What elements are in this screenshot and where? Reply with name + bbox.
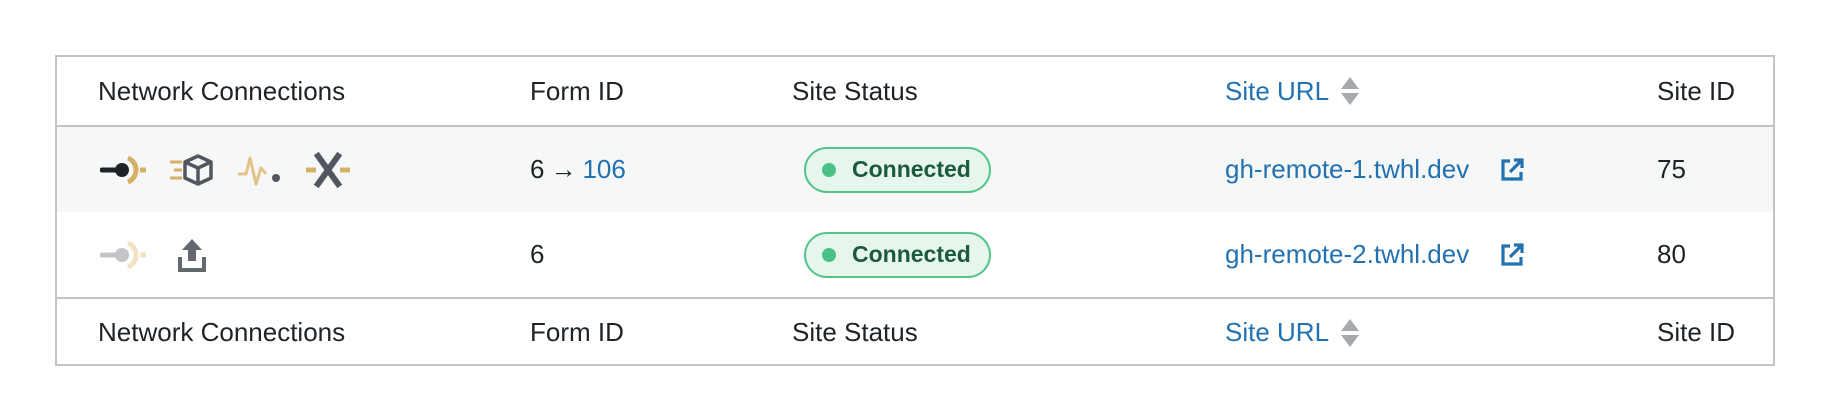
site-status-cell: Connected [792,212,991,297]
column-header-site-status: Site Status [792,75,918,106]
column-footer-site-id: Site ID [1657,317,1736,347]
form-id-cell: 6 [530,212,544,297]
column-header-network-connections: Network Connections [98,75,346,106]
sort-indicator-icon[interactable] [1341,77,1360,105]
site-id-cell: 80 [1657,239,1686,269]
status-badge-label: Connected [852,156,971,182]
site-url-cell: gh-remote-1.twhl.dev [1225,127,1525,212]
crossed-x-icon[interactable] [302,148,354,192]
sites-table: Network Connections Form ID Site Status … [55,55,1775,366]
upload-icon[interactable] [166,233,218,277]
status-badge: Connected [804,146,991,193]
form-id-cell: 6 → 106 [530,127,626,212]
table-header: Network Connections Form ID Site Status … [57,57,1773,127]
table-row: 6 → 106 Connected gh-remote-1.twhl.dev 7… [57,127,1773,212]
table-footer: Network Connections Form ID Site Status … [57,297,1773,366]
column-header-site-url[interactable]: Site URL [1225,57,1360,125]
status-dot-icon [822,162,836,177]
column-footer-site-url-label[interactable]: Site URL [1225,317,1329,348]
column-footer-site-status: Site Status [792,317,918,347]
column-header-site-id: Site ID [1657,75,1736,106]
column-footer-network-connections: Network Connections [98,317,346,347]
external-link-icon[interactable] [1499,242,1525,268]
column-footer-site-url[interactable]: Site URL [1225,299,1360,366]
form-id-source: 6 [530,154,545,184]
form-id-source: 6 [530,239,545,269]
status-badge: Connected [804,231,991,278]
form-id-arrow: → [550,154,577,184]
column-header-site-url-label[interactable]: Site URL [1225,76,1329,107]
sort-indicator-icon[interactable] [1341,318,1360,347]
site-id-cell: 75 [1657,154,1686,184]
fast-cube-icon[interactable] [166,148,218,192]
column-footer-form-id: Form ID [530,317,624,347]
network-connections-cell [98,127,354,212]
connection-plug-icon[interactable] [98,233,150,277]
network-connections-cell [98,212,218,297]
status-badge-label: Connected [852,241,971,267]
column-header-form-id: Form ID [530,75,624,106]
site-status-cell: Connected [792,127,991,212]
external-link-icon[interactable] [1499,157,1525,183]
site-url-link[interactable]: gh-remote-1.twhl.dev [1225,154,1469,185]
site-url-cell: gh-remote-2.twhl.dev [1225,212,1525,297]
site-url-link[interactable]: gh-remote-2.twhl.dev [1225,239,1469,270]
status-dot-icon [822,247,836,262]
table-row: 6 Connected gh-remote-2.twhl.dev 80 [57,212,1773,297]
connection-plug-icon[interactable] [98,148,150,192]
activity-pulse-icon[interactable] [234,148,286,192]
form-id-target-link[interactable]: 106 [582,154,625,185]
